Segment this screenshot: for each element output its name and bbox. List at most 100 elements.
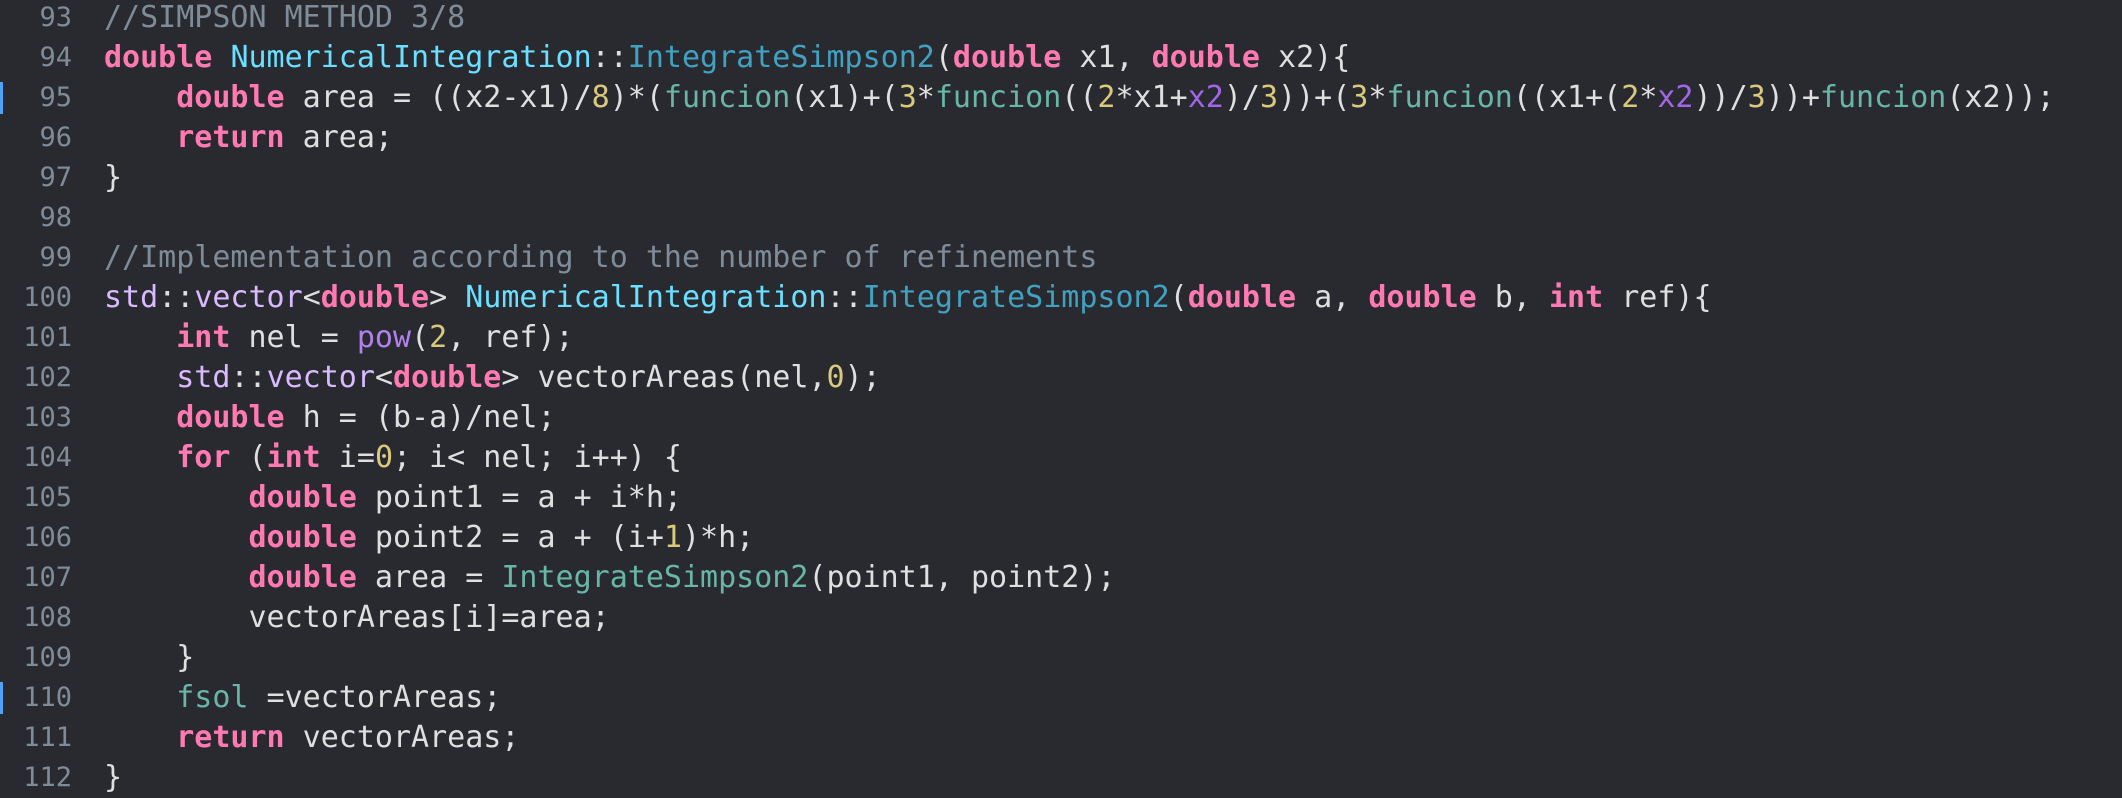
code-token: :: xyxy=(591,40,628,75)
code-token: return xyxy=(176,120,285,155)
code-token: return xyxy=(176,720,285,755)
code-text: //Implementation according to the number… xyxy=(104,238,1097,278)
code-token: fsol xyxy=(176,680,249,715)
code-text: double point2 = a + (i+1)*h; xyxy=(104,518,755,558)
code-line[interactable]: 110 fsol =vectorAreas; xyxy=(0,678,2122,718)
code-token: vectorAreas[i]=area; xyxy=(104,600,610,635)
line-number: 104 xyxy=(23,442,72,473)
code-line[interactable]: 109 } xyxy=(0,638,2122,678)
code-token: x2 xyxy=(1657,80,1694,115)
code-token: double xyxy=(320,280,430,315)
code-token: 0 xyxy=(374,440,393,475)
code-text: //SIMPSON METHOD 3/8 xyxy=(104,0,465,38)
code-token: ref){ xyxy=(1603,280,1712,315)
code-line[interactable]: 111 return vectorAreas; xyxy=(0,718,2122,758)
code-line[interactable]: 96 return area; xyxy=(0,118,2122,158)
line-number: 111 xyxy=(23,722,72,753)
code-line[interactable]: 95 double area = ((x2-x1)/8)*(funcion(x1… xyxy=(0,78,2122,118)
code-token: 0 xyxy=(826,360,845,395)
code-token: 3 xyxy=(1350,80,1369,115)
code-line[interactable]: 102 std::vector<double> vectorAreas(nel,… xyxy=(0,358,2122,398)
code-text: return vectorAreas; xyxy=(104,718,519,758)
code-token: int xyxy=(1548,280,1604,315)
code-token: 3 xyxy=(1259,80,1279,115)
code-text: double point1 = a + i*h; xyxy=(104,478,682,518)
code-editor[interactable]: 93 //SIMPSON METHOD 3/8 94 double Numerical… xyxy=(0,0,2122,798)
code-token: < xyxy=(302,280,321,315)
code-token: double xyxy=(248,480,357,515)
code-line[interactable]: 107 double area = IntegrateSimpson2(poin… xyxy=(0,558,2122,598)
code-token: *x1+ xyxy=(1115,80,1188,115)
code-token: NumericalIntegration xyxy=(230,40,592,75)
code-token: * xyxy=(916,80,935,115)
line-number: 106 xyxy=(23,522,72,553)
line-number: 103 xyxy=(23,402,72,433)
code-token: ; i< nel; i++) { xyxy=(393,440,682,475)
code-line[interactable]: 99 //Implementation according to the numb… xyxy=(0,238,2122,278)
code-token: i= xyxy=(320,440,375,475)
code-token: IntegrateSimpson2 xyxy=(627,40,935,75)
code-token: //Implementation according to the number… xyxy=(104,240,1098,275)
code-token: nel = xyxy=(230,320,357,355)
code-token: double xyxy=(952,40,1062,75)
code-token: area = ((x2-x1)/ xyxy=(284,80,592,115)
code-line[interactable]: 112} xyxy=(0,758,2122,798)
code-line[interactable]: 100 std::vector<double> NumericalIntegrat… xyxy=(0,278,2122,318)
code-token: point2 = a + (i+ xyxy=(356,520,664,555)
code-token: )/ xyxy=(1223,80,1260,115)
code-token: double xyxy=(1187,280,1297,315)
line-number: 107 xyxy=(23,562,72,593)
code-token: } xyxy=(104,160,123,195)
code-line[interactable]: 108 vectorAreas[i]=area; xyxy=(0,598,2122,638)
code-token: 3 xyxy=(898,80,917,115)
code-token: ))+ xyxy=(1765,80,1820,115)
code-token: NumericalIntegration xyxy=(465,280,827,315)
line-number: 101 xyxy=(23,322,72,353)
code-token: point1 = a + i*h; xyxy=(356,480,682,515)
code-token: < xyxy=(374,360,393,395)
code-line[interactable]: 104 for (int i=0; i< nel; i++) { xyxy=(0,438,2122,478)
code-token: double xyxy=(1151,40,1260,75)
code-token: h = (b-a)/nel; xyxy=(284,400,556,435)
code-line[interactable]: 97} xyxy=(0,158,2122,198)
line-number: 93 xyxy=(39,2,72,33)
code-text: vectorAreas[i]=area; xyxy=(104,598,610,638)
code-token: (( xyxy=(1061,80,1098,115)
line-number: 96 xyxy=(39,122,72,153)
code-line[interactable]: 103 double h = (b-a)/nel; xyxy=(0,398,2122,438)
code-token: 2 xyxy=(1621,80,1640,115)
code-token: std xyxy=(176,360,231,395)
code-text: double NumericalIntegration::IntegrateSi… xyxy=(104,38,1350,78)
code-line[interactable]: 94 double NumericalIntegration::Integrate… xyxy=(0,38,2122,78)
code-token: for xyxy=(176,440,231,475)
code-token: area = xyxy=(356,560,502,595)
line-number: 99 xyxy=(39,242,72,273)
code-token: ( xyxy=(934,40,953,75)
code-line[interactable]: 93 //SIMPSON METHOD 3/8 xyxy=(0,0,2122,38)
line-number: 102 xyxy=(23,362,72,393)
code-line[interactable]: 106 double point2 = a + (i+1)*h; xyxy=(0,518,2122,558)
code-token: double xyxy=(1368,280,1477,315)
code-token: (point1, point2); xyxy=(808,560,1116,595)
line-number: 94 xyxy=(39,42,72,73)
code-token: std xyxy=(104,280,159,315)
code-text: fsol =vectorAreas; xyxy=(104,678,501,718)
code-token: :: xyxy=(158,280,195,315)
code-token: =vectorAreas; xyxy=(248,680,502,715)
code-token: funcion xyxy=(1819,80,1947,115)
code-line[interactable]: 98 xyxy=(0,198,2122,238)
code-token: vectorAreas; xyxy=(284,720,520,755)
line-number: 109 xyxy=(23,642,72,673)
code-line[interactable]: 105 double point1 = a + i*h; xyxy=(0,478,2122,518)
code-token: , ref); xyxy=(447,320,574,355)
code-line[interactable]: 101 int nel = pow(2, ref); xyxy=(0,318,2122,358)
code-token: pow xyxy=(356,320,412,355)
code-token: double xyxy=(248,560,357,595)
